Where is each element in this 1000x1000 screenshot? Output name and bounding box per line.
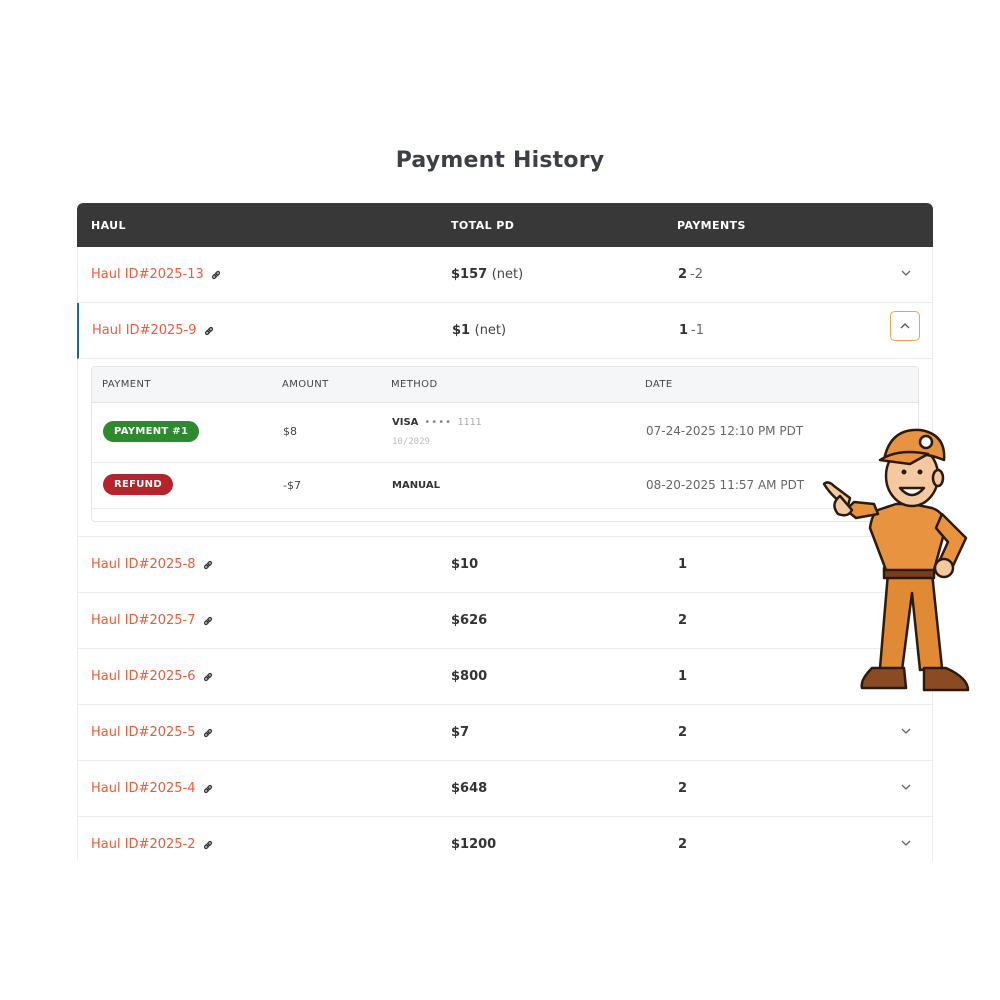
haul-link[interactable]: Haul ID#2025-5	[91, 725, 214, 740]
table-row[interactable]: Haul ID#2025-7 $626 2	[77, 593, 933, 649]
mascot-illustration	[822, 428, 970, 692]
column-header-haul: HAUL	[91, 219, 126, 232]
chevron-up-icon	[900, 323, 910, 329]
payment-history-table: HAUL TOTAL PD PAYMENTS Haul ID#2025-13 $…	[77, 203, 933, 861]
payments-count: 1 -1	[679, 323, 705, 338]
payments-count: 2	[678, 781, 688, 796]
card-expiry: 10/2029	[392, 437, 430, 447]
total-paid: $648	[451, 781, 488, 796]
total-paid: $1200	[451, 837, 497, 852]
payment-badge: PAYMENT #1	[103, 421, 200, 442]
haul-link[interactable]: Haul ID#2025-2	[91, 837, 214, 852]
table-row[interactable]: Haul ID#2025-8 $10 1	[77, 537, 933, 593]
total-paid: $1 (net)	[452, 323, 507, 338]
payments-count: 1	[678, 557, 688, 572]
payments-count: 1	[678, 669, 688, 684]
payment-detail-table: PAYMENT AMOUNT METHOD DATE PAYMENT #1 $8…	[91, 366, 919, 522]
detail-header: PAYMENT AMOUNT METHOD DATE	[92, 367, 918, 403]
table-header: HAUL TOTAL PD PAYMENTS	[77, 203, 933, 247]
chevron-down-icon[interactable]	[898, 723, 914, 739]
payments-count: 2	[678, 725, 688, 740]
total-paid: $10	[451, 557, 479, 572]
total-paid: $7	[451, 725, 470, 740]
link-icon	[203, 784, 212, 793]
haul-link[interactable]: Haul ID#2025-8	[91, 557, 214, 572]
chevron-down-icon[interactable]	[898, 779, 914, 795]
payment-date: 08-20-2025 11:57 AM PDT	[646, 478, 805, 492]
column-header-payments: PAYMENTS	[677, 219, 746, 232]
link-icon	[203, 616, 212, 625]
table-row[interactable]: Haul ID#2025-13 $157 (net) 2 -2	[77, 247, 933, 303]
haul-link[interactable]: Haul ID#2025-6	[91, 669, 214, 684]
link-icon	[211, 270, 220, 279]
table-row[interactable]: Haul ID#2025-5 $7 2	[77, 705, 933, 761]
column-header-total: TOTAL PD	[451, 219, 515, 232]
table-row[interactable]: Haul ID#2025-2 $1200 2	[77, 817, 933, 861]
detail-column-method: METHOD	[391, 379, 438, 390]
table-row[interactable]: Haul ID#2025-9 $1 (net) 1 -1	[77, 303, 933, 359]
detail-row: REFUND -$7 MANUAL 08-20-2025 11:57 AM PD…	[92, 463, 918, 509]
chevron-down-icon[interactable]	[898, 835, 914, 851]
payment-detail-panel: PAYMENT AMOUNT METHOD DATE PAYMENT #1 $8…	[77, 359, 933, 537]
table-row[interactable]: Haul ID#2025-6 $800 1	[77, 649, 933, 705]
detail-row: PAYMENT #1 $8 VISA •••• 1111 10/2029 07-2…	[92, 403, 918, 463]
collapse-button[interactable]	[890, 311, 920, 341]
link-icon	[203, 672, 212, 681]
link-icon	[203, 728, 212, 737]
payments-count: 2	[678, 613, 688, 628]
link-icon	[204, 326, 213, 335]
payment-method: VISA •••• 1111	[392, 417, 482, 428]
haul-link[interactable]: Haul ID#2025-13	[91, 267, 222, 282]
haul-link[interactable]: Haul ID#2025-9	[92, 323, 215, 338]
link-icon	[203, 840, 212, 849]
total-paid: $157 (net)	[451, 267, 524, 282]
haul-link[interactable]: Haul ID#2025-7	[91, 613, 214, 628]
detail-column-amount: AMOUNT	[282, 379, 329, 390]
total-paid: $626	[451, 613, 488, 628]
payment-amount: -$7	[283, 479, 301, 492]
chevron-down-icon[interactable]	[898, 265, 914, 281]
haul-link[interactable]: Haul ID#2025-4	[91, 781, 214, 796]
link-icon	[203, 560, 212, 569]
detail-column-payment: PAYMENT	[102, 379, 151, 390]
payment-date: 07-24-2025 12:10 PM PDT	[646, 424, 804, 438]
payments-count: 2 -2	[678, 267, 704, 282]
refund-badge: REFUND	[103, 474, 173, 495]
total-paid: $800	[451, 669, 488, 684]
payments-count: 2	[678, 837, 688, 852]
table-row[interactable]: Haul ID#2025-4 $648 2	[77, 761, 933, 817]
payment-method: MANUAL	[392, 480, 440, 491]
detail-column-date: DATE	[645, 379, 673, 390]
page-title: Payment History	[395, 148, 605, 173]
payment-amount: $8	[283, 425, 297, 438]
